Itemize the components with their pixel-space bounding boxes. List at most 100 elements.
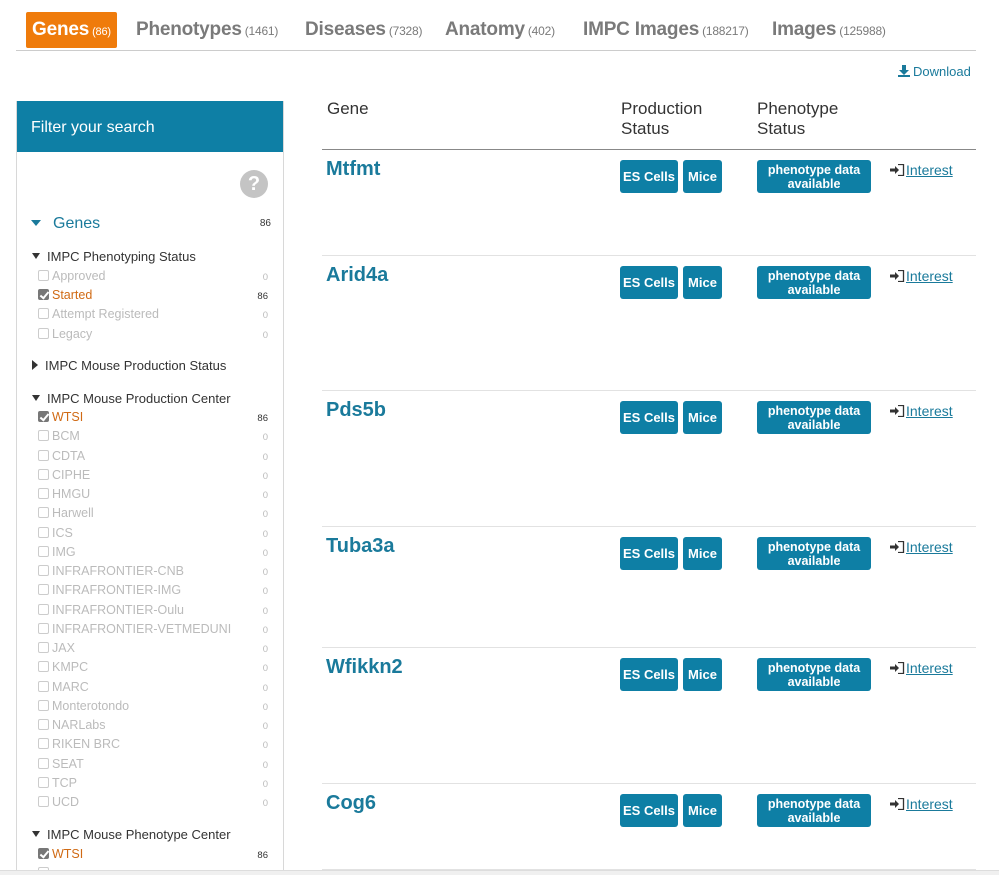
caret-right-icon xyxy=(32,360,38,370)
tab-label: Phenotypes xyxy=(136,19,242,40)
filter-option-production-center[interactable]: INFRAFRONTIER-VETMEDUNI 0 xyxy=(38,622,268,641)
phenotype-data-button[interactable]: phenotype data available xyxy=(757,794,871,827)
phenotype-data-button[interactable]: phenotype data available xyxy=(757,658,871,691)
filter-option-production-center[interactable]: JAX 0 xyxy=(38,641,268,660)
tab-anatomy[interactable]: Anatomy (402) xyxy=(445,12,555,48)
download-link[interactable]: Download xyxy=(898,64,971,79)
es-cells-button[interactable]: ES Cells xyxy=(620,537,678,570)
checkbox[interactable] xyxy=(38,584,49,596)
filter-option-production-center[interactable]: RIKEN BRC 0 xyxy=(38,737,268,756)
phenotype-data-button[interactable]: phenotype data available xyxy=(757,266,871,299)
filter-option-phenotype-wtsi[interactable]: WTSI 86 xyxy=(38,847,268,866)
gene-link[interactable]: Cog6 xyxy=(326,792,376,815)
mice-button[interactable]: Mice xyxy=(683,537,722,570)
gene-link[interactable]: Wfikkn2 xyxy=(326,656,403,679)
filter-option-production-center[interactable]: INFRAFRONTIER-Oulu 0 xyxy=(38,603,268,622)
checkbox[interactable] xyxy=(38,289,49,300)
es-cells-button[interactable]: ES Cells xyxy=(620,401,678,434)
interest-link[interactable]: Interest xyxy=(890,660,953,676)
option-count: 0 xyxy=(262,330,268,341)
filter-option-legacy[interactable]: Legacy 0 xyxy=(38,327,268,346)
filter-option-production-center[interactable]: BCM 0 xyxy=(38,429,268,448)
tab-impc-images[interactable]: IMPC Images (188217) xyxy=(583,12,749,48)
checkbox[interactable] xyxy=(38,757,49,769)
checkbox[interactable] xyxy=(38,719,49,730)
checkbox[interactable] xyxy=(38,776,49,788)
checkbox[interactable] xyxy=(38,449,49,461)
phenotype-data-button[interactable]: phenotype data available xyxy=(757,537,871,570)
filter-option-production-center[interactable]: KMPC 0 xyxy=(38,660,268,679)
filter-option-production-center[interactable]: TCP 0 xyxy=(38,776,268,795)
checkbox[interactable] xyxy=(38,488,49,499)
filter-option-production-center[interactable]: NARLabs 0 xyxy=(38,718,268,737)
checkbox[interactable] xyxy=(38,430,49,442)
gene-link[interactable]: Mtfmt xyxy=(326,158,380,181)
tab-genes[interactable]: Genes (86) xyxy=(26,12,117,48)
filter-option-approved[interactable]: Approved 0 xyxy=(38,269,268,288)
interest-link[interactable]: Interest xyxy=(890,162,953,178)
phenotype-data-button[interactable]: phenotype data available xyxy=(757,160,871,193)
section-mouse-production-status[interactable]: IMPC Mouse Production Status xyxy=(32,358,270,373)
checkbox[interactable] xyxy=(38,468,49,480)
checkbox[interactable] xyxy=(38,848,49,859)
filter-option-production-center[interactable]: INFRAFRONTIER-CNB 0 xyxy=(38,564,268,583)
checkbox[interactable] xyxy=(38,680,49,692)
interest-link[interactable]: Interest xyxy=(890,403,953,419)
tab-images[interactable]: Images (125988) xyxy=(772,12,886,48)
checkbox[interactable] xyxy=(38,270,49,281)
section-mouse-phenotype-center[interactable]: IMPC Mouse Phenotype Center xyxy=(32,827,270,842)
es-cells-button[interactable]: ES Cells xyxy=(620,794,678,827)
checkbox[interactable] xyxy=(38,796,49,807)
checkbox[interactable] xyxy=(38,738,49,750)
checkbox[interactable] xyxy=(38,661,49,673)
filter-option-production-center[interactable]: ICS 0 xyxy=(38,526,268,545)
interest-link[interactable]: Interest xyxy=(890,796,953,812)
es-cells-button[interactable]: ES Cells xyxy=(620,160,678,193)
checkbox[interactable] xyxy=(38,308,49,319)
filter-option-started[interactable]: Started 86 xyxy=(38,288,268,307)
mice-button[interactable]: Mice xyxy=(683,266,722,299)
filter-option-production-center[interactable]: WTSI 86 xyxy=(38,410,268,429)
option-label: Approved xyxy=(52,269,106,283)
filter-option-production-center[interactable]: IMG 0 xyxy=(38,545,268,564)
mice-button[interactable]: Mice xyxy=(683,794,722,827)
checkbox[interactable] xyxy=(38,328,49,339)
checkbox[interactable] xyxy=(38,545,49,557)
checkbox[interactable] xyxy=(38,565,49,576)
horizontal-scrollbar[interactable] xyxy=(0,870,999,875)
gene-link[interactable]: Arid4a xyxy=(326,264,388,287)
mice-button[interactable]: Mice xyxy=(683,658,722,691)
filter-option-production-center[interactable]: HMGU 0 xyxy=(38,487,268,506)
filter-option-production-center[interactable]: CDTA 0 xyxy=(38,449,268,468)
mice-button[interactable]: Mice xyxy=(683,160,722,193)
es-cells-button[interactable]: ES Cells xyxy=(620,658,678,691)
es-cells-button[interactable]: ES Cells xyxy=(620,266,678,299)
filter-option-attempt-registered[interactable]: Attempt Registered 0 xyxy=(38,307,268,326)
filter-option-production-center[interactable]: INFRAFRONTIER-IMG 0 xyxy=(38,583,268,602)
gene-link[interactable]: Pds5b xyxy=(326,399,386,422)
interest-link[interactable]: Interest xyxy=(890,539,953,555)
interest-link[interactable]: Interest xyxy=(890,268,953,284)
section-phenotyping-status[interactable]: IMPC Phenotyping Status xyxy=(32,249,270,264)
filter-option-production-center[interactable]: CIPHE 0 xyxy=(38,468,268,487)
phenotype-data-button[interactable]: phenotype data available xyxy=(757,401,871,434)
filter-option-production-center[interactable]: Harwell 0 xyxy=(38,506,268,525)
checkbox[interactable] xyxy=(38,507,49,519)
section-mouse-production-center[interactable]: IMPC Mouse Production Center xyxy=(32,391,270,406)
checkbox[interactable] xyxy=(38,526,49,538)
tab-phenotypes[interactable]: Phenotypes (1461) xyxy=(136,12,278,48)
checkbox[interactable] xyxy=(38,603,49,615)
checkbox[interactable] xyxy=(38,642,49,653)
genes-facet[interactable]: Genes 86 xyxy=(31,215,271,233)
checkbox[interactable] xyxy=(38,411,49,422)
checkbox[interactable] xyxy=(38,699,49,711)
help-icon[interactable]: ? xyxy=(240,170,268,198)
filter-option-production-center[interactable]: MARC 0 xyxy=(38,680,268,699)
filter-option-production-center[interactable]: UCD 0 xyxy=(38,795,268,814)
filter-option-production-center[interactable]: SEAT 0 xyxy=(38,757,268,776)
gene-link[interactable]: Tuba3a xyxy=(326,535,395,558)
filter-option-production-center[interactable]: Monterotondo 0 xyxy=(38,699,268,718)
mice-button[interactable]: Mice xyxy=(683,401,722,434)
tab-diseases[interactable]: Diseases (7328) xyxy=(305,12,423,48)
checkbox[interactable] xyxy=(38,622,49,634)
